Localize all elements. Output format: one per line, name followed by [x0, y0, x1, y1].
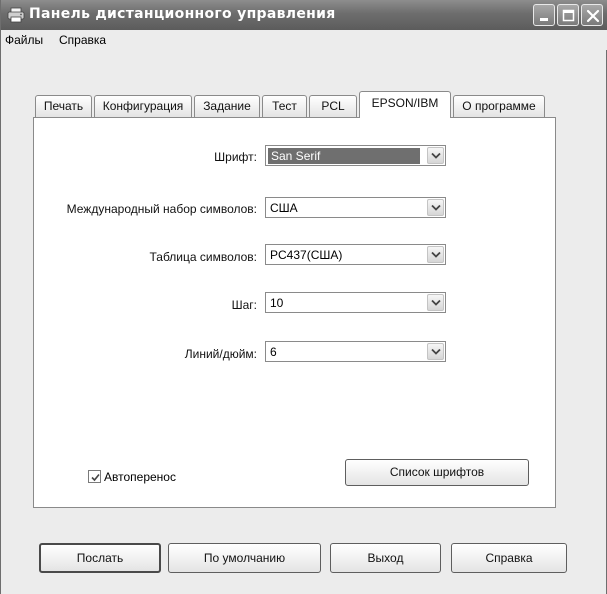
check-icon: [91, 473, 100, 482]
autowrap-label[interactable]: Автоперенос: [104, 470, 176, 484]
remote-control-window: Панель дистанционного управления Файлы С…: [0, 0, 607, 594]
codetable-dropdown-button[interactable]: [427, 246, 444, 263]
font-dropdown-button[interactable]: [427, 147, 444, 164]
lpi-label: Линий/дюйм:: [184, 347, 257, 361]
chevron-down-icon: [431, 204, 441, 211]
charset-label: Международный набор символов:: [66, 202, 257, 216]
font-select-value: San Serif: [268, 148, 420, 164]
font-label: Шрифт:: [214, 150, 257, 164]
chevron-down-icon: [431, 152, 441, 159]
charset-select-value: США: [270, 201, 298, 215]
lpi-dropdown-button[interactable]: [427, 343, 444, 360]
tab-panel-content: Шрифт: San Serif Международный набор сим…: [1, 0, 607, 594]
lpi-select[interactable]: 6: [265, 341, 446, 362]
codetable-label: Таблица символов:: [149, 250, 257, 264]
autowrap-checkbox[interactable]: [88, 470, 101, 483]
font-list-button[interactable]: Список шрифтов: [345, 459, 529, 486]
chevron-down-icon: [431, 299, 441, 306]
pitch-label: Шаг:: [231, 298, 257, 312]
codetable-select-value: PC437(США): [270, 248, 343, 262]
lpi-select-value: 6: [270, 345, 277, 359]
pitch-select[interactable]: 10: [265, 292, 446, 313]
chevron-down-icon: [431, 251, 441, 258]
pitch-dropdown-button[interactable]: [427, 294, 444, 311]
font-select[interactable]: San Serif: [265, 145, 446, 166]
chevron-down-icon: [431, 348, 441, 355]
charset-select[interactable]: США: [265, 197, 446, 218]
charset-dropdown-button[interactable]: [427, 199, 444, 216]
pitch-select-value: 10: [270, 296, 284, 310]
codetable-select[interactable]: PC437(США): [265, 244, 446, 265]
